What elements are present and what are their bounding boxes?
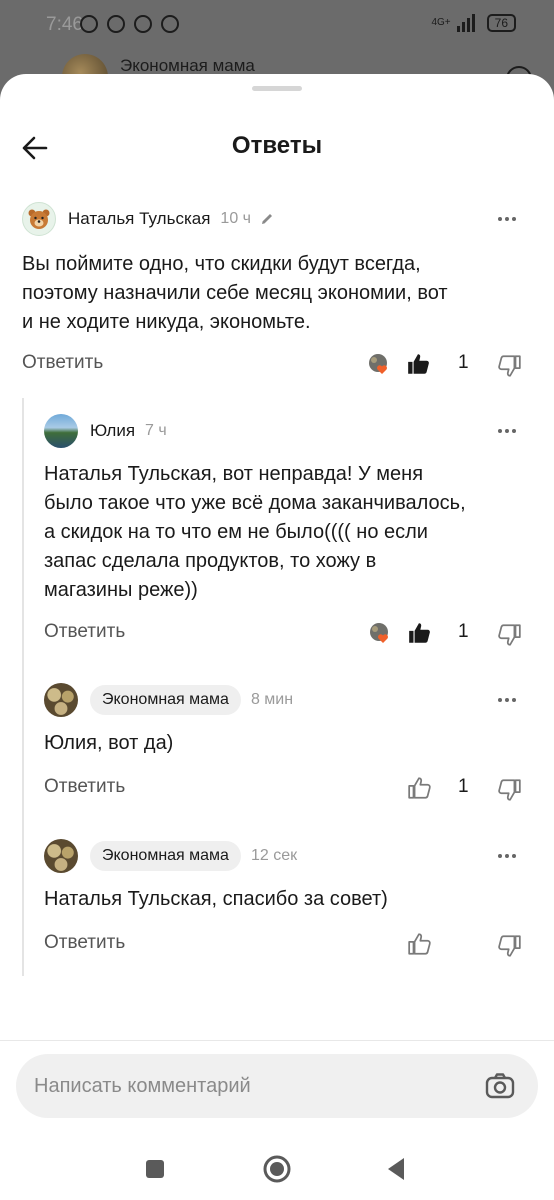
- author-chip[interactable]: Экономная мама: [90, 685, 241, 715]
- whatsapp-icon: [134, 15, 152, 33]
- nav-square-icon[interactable]: [140, 1154, 170, 1184]
- more-dots-icon[interactable]: [498, 422, 518, 440]
- comment-line: а скидок на то что ем не было(((( но есл…: [44, 521, 428, 543]
- sheet-grabber[interactable]: [252, 86, 302, 91]
- more-dots-icon[interactable]: [498, 691, 518, 709]
- comment-line: и не ходите никуда, экономьте.: [22, 311, 311, 333]
- telegram-icon: [161, 15, 179, 33]
- avatar[interactable]: [44, 683, 78, 717]
- like-count: 1: [458, 352, 469, 373]
- nav-home-icon[interactable]: [262, 1154, 292, 1184]
- reply-button[interactable]: Ответить: [44, 776, 125, 798]
- sheet-header: Ответы: [0, 124, 554, 170]
- author-chip[interactable]: Экономная мама: [90, 841, 241, 871]
- avatar[interactable]: [22, 202, 56, 236]
- dislike-icon[interactable]: [496, 933, 522, 959]
- comment-time: 12 сек: [250, 847, 298, 864]
- reply-button[interactable]: Ответить: [44, 621, 125, 643]
- comment-composer: [16, 1054, 538, 1118]
- comment-text: Юлия, вот да): [44, 729, 173, 758]
- bear-icon: [28, 209, 50, 229]
- comment-line: Юлия, вот да): [44, 732, 174, 754]
- dislike-icon[interactable]: [496, 777, 522, 803]
- network-type: 4G+: [431, 17, 451, 28]
- dislike-icon[interactable]: [496, 622, 522, 648]
- avatar[interactable]: [44, 839, 78, 873]
- comment-actions: Ответить 1: [22, 350, 521, 380]
- system-nav-bar: [0, 1142, 554, 1200]
- status-notification-icons: [80, 15, 179, 33]
- comment-header: Экономная мама 8 мин: [44, 683, 293, 717]
- comment-line: было такое что уже всё дома заканчивалос…: [44, 492, 466, 514]
- comment-author[interactable]: Наталья Тульская: [68, 209, 210, 229]
- comment-text: Наталья Тульская, вот неправда! У меня б…: [44, 460, 466, 605]
- comment: Экономная мама 8 мин Юлия, вот да) Ответ…: [44, 683, 521, 804]
- composer-divider: [0, 1040, 554, 1041]
- status-bar: 7:46 4G+ 76: [0, 0, 554, 52]
- nav-back-icon[interactable]: [382, 1154, 412, 1184]
- alarm-icon: [80, 15, 98, 33]
- thread-line: [22, 398, 24, 976]
- more-dots-icon[interactable]: [498, 847, 518, 865]
- like-icon[interactable]: [407, 931, 433, 957]
- like-count: 1: [458, 776, 469, 797]
- camera-icon[interactable]: [484, 1070, 516, 1102]
- reply-button[interactable]: Ответить: [22, 352, 103, 374]
- comment-line: Вы поймите одно, что скидки будут всегда…: [22, 253, 421, 275]
- nfc-icon: [107, 15, 125, 33]
- comment-header: Наталья Тульская 10 ч: [22, 202, 275, 236]
- edit-pencil-icon: [262, 214, 272, 224]
- background-title: Экономная мама: [120, 56, 255, 75]
- comment-time: 7 ч: [145, 422, 167, 439]
- avatar[interactable]: [44, 414, 78, 448]
- comment-actions: Ответить 1: [44, 774, 521, 804]
- comment: Экономная мама 12 сек Наталья Тульская, …: [44, 839, 521, 960]
- comment-time: 8 мин: [250, 691, 294, 708]
- comment-header: Юлия 7 ч: [44, 414, 167, 448]
- comment-line: запас сделала продуктов, то хожу в: [44, 550, 377, 572]
- status-time: 7:46: [46, 14, 83, 35]
- comment-line: Наталья Тульская, вот неправда! У меня: [44, 463, 424, 485]
- comment-actions: Ответить 1: [44, 619, 521, 649]
- status-right: 4G+ 76: [431, 14, 516, 32]
- like-icon[interactable]: [407, 775, 433, 801]
- comment-line: магазины реже)): [44, 579, 198, 601]
- battery-icon: 76: [486, 14, 516, 32]
- like-count: 1: [458, 621, 469, 642]
- comment-text: Вы поймите одно, что скидки будут всегда…: [22, 250, 448, 337]
- heart-reaction-icon: [370, 623, 388, 643]
- comment-header: Экономная мама 12 сек: [44, 839, 297, 873]
- page-title: Ответы: [231, 132, 323, 159]
- reply-button[interactable]: Ответить: [44, 932, 125, 954]
- signal-icon: [456, 14, 475, 32]
- comment-text: Наталья Тульская, спасибо за совет): [44, 885, 388, 914]
- comment-time: 10 ч: [220, 210, 251, 227]
- comment-input[interactable]: [34, 1068, 464, 1104]
- comment-line: поэтому назначили себе месяц экономии, в…: [22, 282, 448, 304]
- comment: Наталья Тульская 10 ч Вы поймите одно, ч…: [22, 202, 521, 382]
- comment-author[interactable]: Юлия: [90, 421, 135, 441]
- comment: Юлия 7 ч Наталья Тульская, вот неправда!…: [44, 414, 521, 654]
- comment-actions: Ответить: [44, 930, 521, 960]
- dislike-icon[interactable]: [496, 353, 522, 379]
- like-icon[interactable]: [407, 620, 433, 646]
- replies-sheet: Ответы Наталья Тульская 10 ч Вы поймите …: [0, 74, 554, 1200]
- comment-line: Наталья Тульская, спасибо за совет): [44, 888, 388, 910]
- more-dots-icon[interactable]: [498, 210, 518, 228]
- like-icon[interactable]: [406, 351, 432, 377]
- heart-reaction-icon: [369, 354, 387, 374]
